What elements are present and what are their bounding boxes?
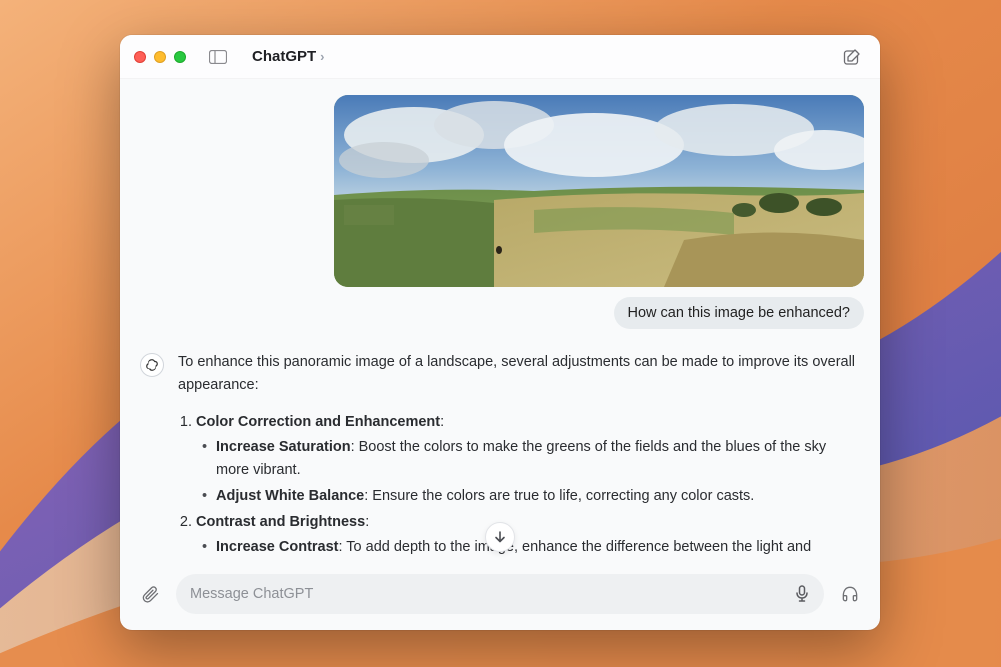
paperclip-icon [140, 584, 160, 604]
list-subitem: Increase Contrast: To add depth to the i… [202, 536, 856, 559]
voice-mode-button[interactable] [834, 578, 866, 610]
headphones-icon [840, 584, 860, 604]
sidebar-icon [209, 50, 227, 64]
chevron-right-icon: › [320, 49, 324, 64]
assistant-avatar [140, 353, 164, 377]
message-input[interactable] [190, 586, 784, 602]
titlebar: ChatGPT › [120, 35, 880, 79]
microphone-icon [794, 585, 810, 603]
list-item: Color Correction and Enhancement: Increa… [196, 411, 856, 508]
conversation-title-dropdown[interactable]: ChatGPT › [252, 48, 325, 65]
landscape-image [334, 95, 864, 287]
assistant-intro-text: To enhance this panoramic image of a lan… [178, 351, 856, 397]
message-composer [120, 564, 880, 630]
list-item-title: Color Correction and Enhancement [196, 414, 440, 430]
scroll-to-bottom-button[interactable] [485, 522, 515, 552]
sidebar-toggle-button[interactable] [204, 45, 232, 69]
conversation-content: How can this image be enhanced? To enhan… [120, 79, 880, 564]
traffic-lights [134, 51, 186, 63]
list-item-title: Contrast and Brightness [196, 514, 365, 530]
user-image-attachment[interactable] [334, 95, 864, 287]
user-message-text: How can this image be enhanced? [628, 305, 850, 321]
message-input-container [176, 574, 824, 614]
compose-icon [843, 48, 861, 66]
conversation-title: ChatGPT [252, 48, 316, 65]
arrow-down-icon [493, 530, 507, 544]
app-window: ChatGPT › [120, 35, 880, 630]
user-message-block: How can this image be enhanced? [134, 95, 866, 329]
list-subitem: Adjust White Balance: Ensure the colors … [202, 485, 856, 508]
assistant-message-body: To enhance this panoramic image of a lan… [178, 351, 856, 563]
chatgpt-logo-icon [145, 358, 159, 372]
assistant-list: Color Correction and Enhancement: Increa… [178, 411, 856, 559]
list-item: Contrast and Brightness: Increase Contra… [196, 511, 856, 559]
close-window-button[interactable] [134, 51, 146, 63]
list-subitem: Increase Saturation: Boost the colors to… [202, 436, 856, 482]
voice-input-button[interactable] [794, 585, 810, 603]
maximize-window-button[interactable] [174, 51, 186, 63]
user-message-bubble[interactable]: How can this image be enhanced? [614, 297, 864, 329]
minimize-window-button[interactable] [154, 51, 166, 63]
attach-file-button[interactable] [134, 578, 166, 610]
new-chat-button[interactable] [838, 43, 866, 71]
